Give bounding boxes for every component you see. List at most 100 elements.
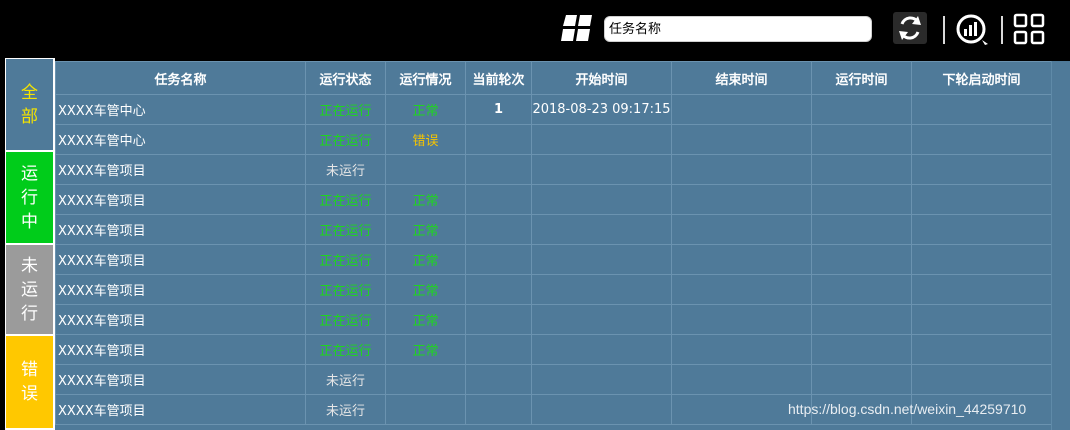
column-header[interactable]: 下轮启动时间 [911,61,1051,95]
cell-name: XXXX车管项目 [55,184,306,215]
cell-runtime [811,364,912,395]
cell-end [671,124,812,155]
windows-grid-icon[interactable] [560,13,594,43]
cell-runtime [811,184,912,215]
top-toolbar [0,0,1070,58]
toolbar-divider [943,16,945,44]
table-row[interactable]: XXXX车管项目 正在运行 正常 [55,304,1051,335]
task-table: 任务名称 运行状态 运行情况 当前轮次 开始时间 结束时间 运行时间 下轮启动时… [55,61,1051,430]
cell-status: 未运行 [305,394,386,425]
cell-condition: 正常 [385,184,466,215]
cell-next [911,364,1051,395]
cell-status: 正在运行 [305,214,386,245]
cell-next [911,214,1051,245]
refresh-icon[interactable] [893,12,927,44]
table-row[interactable]: XXXX车管中心 正在运行 错误 [55,124,1051,155]
cell-round [465,304,532,335]
cell-condition: 正常 [385,304,466,335]
table-row[interactable]: XXXX车管项目 未运行 [55,154,1051,185]
table-row[interactable]: XXXX车管中心 正在运行 正常 1 2018-08-23 09:17:15 [55,94,1051,125]
cell-start [531,124,672,155]
tab-label: 错误 [21,360,38,404]
cell-status: 未运行 [305,364,386,395]
cell-start: 2018-08-23 09:17:15 [531,94,672,125]
cell-round [465,364,532,395]
column-header[interactable]: 开始时间 [531,61,672,95]
apps-grid-icon[interactable] [1013,13,1045,45]
cell-round [465,154,532,185]
cell-status: 未运行 [305,154,386,185]
cell-next [911,154,1051,185]
cell-status: 正在运行 [305,334,386,365]
tab-running[interactable]: 运行中 [6,152,53,243]
table-row[interactable]: XXXX车管项目 正在运行 正常 [55,274,1051,305]
tab-all[interactable]: 全部 [6,59,53,150]
cell-next [911,304,1051,335]
cell-end [671,154,812,185]
table-row[interactable]: XXXX车管项目 正在运行 正常 [55,244,1051,275]
cell-next [911,124,1051,155]
cell-condition: 正常 [385,94,466,125]
cell-start [531,364,672,395]
cell-name: XXXX车管项目 [55,244,306,275]
table-scrollbar[interactable] [1051,61,1070,430]
cell-start [531,154,672,185]
cell-round [465,274,532,305]
cell-end [671,184,812,215]
chart-report-icon[interactable] [955,13,989,45]
cell-start [531,274,672,305]
cell-condition: 正常 [385,244,466,275]
cell-condition [385,394,466,425]
cell-round [465,394,532,425]
cell-status: 正在运行 [305,274,386,305]
table-row[interactable]: XXXX车管项目 正在运行 正常 [55,214,1051,245]
cell-name: XXXX车管项目 [55,214,306,245]
search-input[interactable] [604,16,872,42]
cell-runtime [811,154,912,185]
cell-end [671,364,812,395]
cell-runtime [811,124,912,155]
cell-name: XXXX车管项目 [55,364,306,395]
column-header[interactable]: 结束时间 [671,61,812,95]
table-row[interactable]: XXXX车管项目 未运行 [55,364,1051,395]
cell-next [911,334,1051,365]
cell-end [671,304,812,335]
cell-name: XXXX车管中心 [55,124,306,155]
cell-name: XXXX车管项目 [55,304,306,335]
column-header[interactable]: 当前轮次 [465,61,532,95]
cell-start [531,394,672,425]
table-row[interactable]: XXXX车管项目 正在运行 正常 [55,184,1051,215]
tab-label: 全部 [21,82,38,127]
cell-status: 正在运行 [305,94,386,125]
cell-runtime [811,274,912,305]
column-header[interactable]: 运行状态 [305,61,386,95]
cell-condition: 错误 [385,124,466,155]
cell-start [531,244,672,275]
watermark: https://blog.csdn.net/weixin_44259710 [788,401,1027,417]
cell-runtime [811,304,912,335]
tab-not-running[interactable]: 未运行 [6,245,53,334]
column-header[interactable]: 运行情况 [385,61,466,95]
cell-end [671,94,812,125]
cell-name: XXXX车管中心 [55,94,306,125]
cell-condition: 正常 [385,214,466,245]
status-filter-tabs: 全部 运行中 未运行 错误 [5,58,55,430]
cell-status: 正在运行 [305,184,386,215]
cell-name: XXXX车管项目 [55,394,306,425]
column-header[interactable]: 运行时间 [811,61,912,95]
cell-start [531,214,672,245]
table-header-row: 任务名称 运行状态 运行情况 当前轮次 开始时间 结束时间 运行时间 下轮启动时… [55,61,1051,95]
tab-label: 运行中 [21,163,38,232]
cell-next [911,184,1051,215]
tab-error[interactable]: 错误 [6,336,53,428]
cell-status: 正在运行 [305,244,386,275]
cell-end [671,244,812,275]
cell-end [671,274,812,305]
cell-name: XXXX车管项目 [55,274,306,305]
cell-condition [385,364,466,395]
cell-runtime [811,214,912,245]
cell-round [465,244,532,275]
cell-condition: 正常 [385,274,466,305]
column-header[interactable]: 任务名称 [55,61,306,95]
table-row[interactable]: XXXX车管项目 正在运行 正常 [55,334,1051,365]
